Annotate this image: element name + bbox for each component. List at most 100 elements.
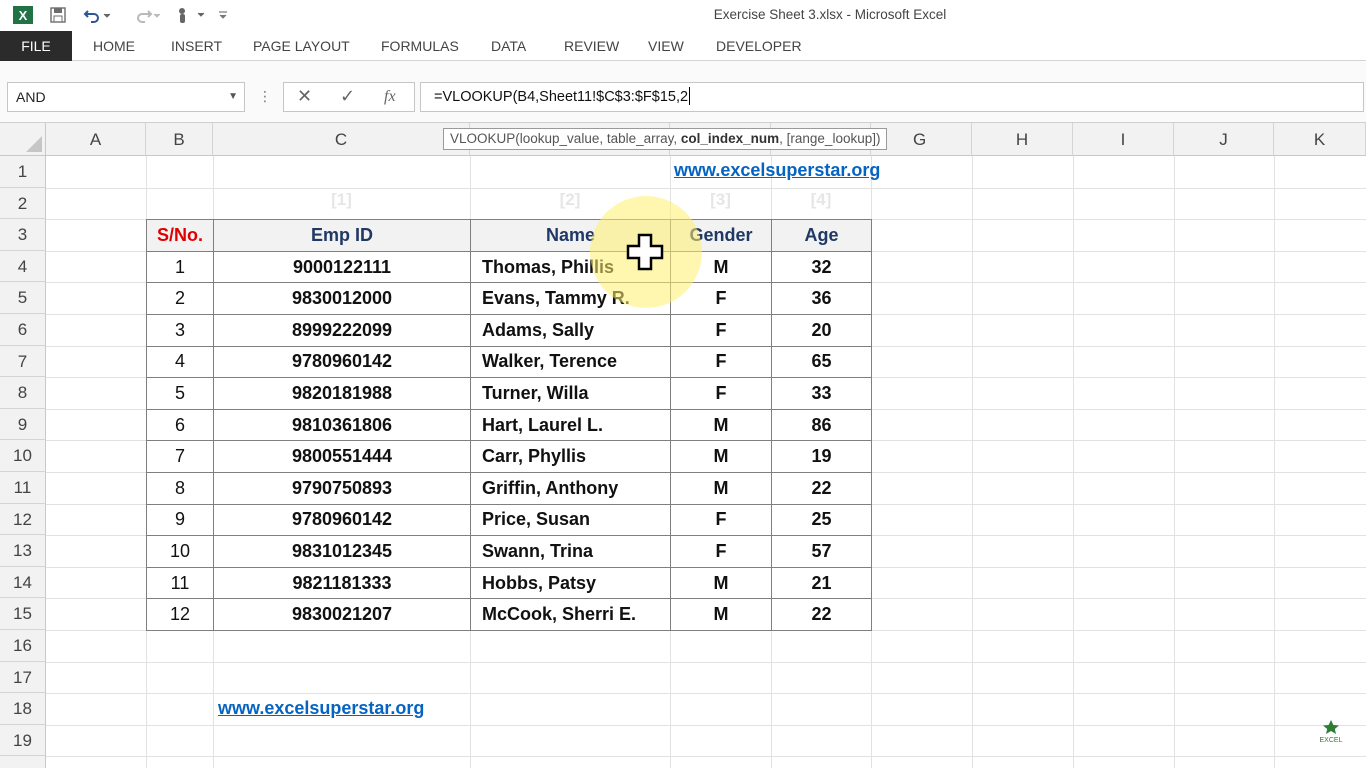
row-header[interactable]: 11 [0, 472, 46, 504]
row-header[interactable]: 13 [0, 535, 46, 567]
table-cell-age[interactable]: 19 [771, 440, 872, 473]
table-cell-age[interactable]: 22 [771, 472, 872, 505]
website-link-bottom[interactable]: www.excelsuperstar.org [218, 698, 424, 719]
table-cell-age[interactable]: 65 [771, 345, 872, 379]
cancel-icon[interactable]: ✕ [297, 86, 312, 107]
tab-insert[interactable]: INSERT [171, 31, 222, 61]
table-cell-emp-id[interactable]: 9780960142 [213, 503, 471, 537]
tab-review[interactable]: REVIEW [564, 31, 619, 61]
formula-input[interactable]: =VLOOKUP(B4,Sheet11!$C$3:$F$15,2 [420, 82, 1364, 112]
row-header[interactable]: 6 [0, 314, 46, 346]
table-cell-sno[interactable]: 4 [146, 345, 214, 379]
column-header-j[interactable]: J [1174, 123, 1274, 156]
table-cell-gender[interactable]: M [670, 440, 772, 473]
row-header[interactable]: 18 [0, 693, 46, 725]
chevron-down-icon[interactable]: ▼ [228, 83, 238, 111]
row-header[interactable]: 12 [0, 503, 46, 536]
row-header[interactable]: 19 [0, 724, 46, 757]
table-cell-name[interactable]: Griffin, Anthony [470, 472, 671, 505]
table-cell-emp-id[interactable]: 9820181988 [213, 377, 471, 410]
table-cell-name[interactable]: McCook, Sherri E. [470, 598, 671, 631]
column-header-b[interactable]: B [146, 123, 213, 156]
tab-view[interactable]: VIEW [648, 31, 684, 61]
table-cell-sno[interactable]: 12 [146, 598, 214, 631]
website-link-top[interactable]: www.excelsuperstar.org [674, 160, 880, 181]
table-cell-sno[interactable]: 3 [146, 314, 214, 347]
table-cell-gender[interactable]: F [670, 535, 772, 568]
table-cell-name[interactable]: Adams, Sally [470, 314, 671, 347]
table-cell-age[interactable]: 21 [771, 566, 872, 600]
row-header[interactable]: 10 [0, 440, 46, 472]
table-cell-emp-id[interactable]: 9000122111 [213, 250, 471, 284]
table-cell-sno[interactable]: 5 [146, 377, 214, 410]
row-header[interactable]: 17 [0, 661, 46, 694]
table-cell-gender[interactable]: M [670, 598, 772, 631]
table-header-sno[interactable]: S/No. [146, 219, 214, 252]
table-cell-sno[interactable]: 11 [146, 566, 214, 600]
table-cell-sno[interactable]: 10 [146, 535, 214, 568]
table-cell-name[interactable]: Hart, Laurel L. [470, 408, 671, 442]
table-cell-emp-id[interactable]: 9831012345 [213, 535, 471, 568]
row-header[interactable]: 4 [0, 250, 46, 283]
table-cell-sno[interactable]: 9 [146, 503, 214, 537]
row-header[interactable]: 15 [0, 598, 46, 630]
table-cell-sno[interactable]: 8 [146, 472, 214, 505]
row-header[interactable]: 7 [0, 345, 46, 378]
table-cell-age[interactable]: 22 [771, 598, 872, 631]
table-cell-name[interactable]: Walker, Terence [470, 345, 671, 379]
row-header[interactable] [0, 756, 46, 768]
tab-page-layout[interactable]: PAGE LAYOUT [253, 31, 350, 61]
column-header-a[interactable]: A [46, 123, 146, 156]
table-cell-name[interactable]: Turner, Willa [470, 377, 671, 410]
formula-bar-resize-handle[interactable]: ⋮ [258, 88, 272, 105]
row-header[interactable]: 5 [0, 282, 46, 314]
table-cell-age[interactable]: 33 [771, 377, 872, 410]
table-cell-emp-id[interactable]: 9790750893 [213, 472, 471, 505]
table-cell-age[interactable]: 36 [771, 282, 872, 315]
tab-file[interactable]: FILE [0, 31, 72, 61]
table-cell-emp-id[interactable]: 9780960142 [213, 345, 471, 379]
insert-function-icon[interactable]: fx [384, 88, 396, 106]
table-cell-gender[interactable]: M [670, 472, 772, 505]
table-cell-emp-id[interactable]: 9800551444 [213, 440, 471, 473]
table-cell-age[interactable]: 32 [771, 250, 872, 284]
table-cell-age[interactable]: 57 [771, 535, 872, 568]
tab-developer[interactable]: DEVELOPER [716, 31, 802, 61]
row-header[interactable]: 1 [0, 156, 46, 188]
table-cell-age[interactable]: 86 [771, 408, 872, 442]
table-header-emp-id[interactable]: Emp ID [213, 219, 471, 252]
row-header[interactable]: 9 [0, 408, 46, 441]
table-cell-gender[interactable]: F [670, 377, 772, 410]
tab-formulas[interactable]: FORMULAS [381, 31, 459, 61]
table-cell-name[interactable]: Swann, Trina [470, 535, 671, 568]
table-cell-emp-id[interactable]: 9830012000 [213, 282, 471, 315]
row-header[interactable]: 3 [0, 219, 46, 251]
row-header[interactable]: 2 [0, 187, 46, 220]
table-cell-age[interactable]: 25 [771, 503, 872, 537]
table-cell-gender[interactable]: F [670, 345, 772, 379]
tab-home[interactable]: HOME [93, 31, 135, 61]
table-cell-sno[interactable]: 6 [146, 408, 214, 442]
table-cell-age[interactable]: 20 [771, 314, 872, 347]
table-cell-gender[interactable]: F [670, 314, 772, 347]
table-cell-sno[interactable]: 2 [146, 282, 214, 315]
table-header-age[interactable]: Age [771, 219, 872, 252]
column-header-k[interactable]: K [1274, 123, 1366, 156]
function-argument-tooltip[interactable]: VLOOKUP(lookup_value, table_array, col_i… [443, 128, 888, 150]
table-cell-gender[interactable]: F [670, 503, 772, 537]
column-header-i[interactable]: I [1073, 123, 1174, 156]
enter-check-icon[interactable]: ✓ [340, 86, 355, 107]
table-cell-gender[interactable]: M [670, 566, 772, 600]
table-cell-sno[interactable]: 1 [146, 250, 214, 284]
table-cell-emp-id[interactable]: 9830021207 [213, 598, 471, 631]
row-header[interactable]: 14 [0, 566, 46, 599]
select-all-corner[interactable] [0, 123, 46, 156]
table-cell-name[interactable]: Hobbs, Patsy [470, 566, 671, 600]
column-header-c[interactable]: C [213, 123, 470, 156]
table-cell-sno[interactable]: 7 [146, 440, 214, 473]
row-header[interactable]: 16 [0, 630, 46, 662]
column-header-h[interactable]: H [972, 123, 1073, 156]
table-cell-name[interactable]: Price, Susan [470, 503, 671, 537]
name-box[interactable]: AND ▼ [7, 82, 245, 112]
table-cell-emp-id[interactable]: 9821181333 [213, 566, 471, 600]
